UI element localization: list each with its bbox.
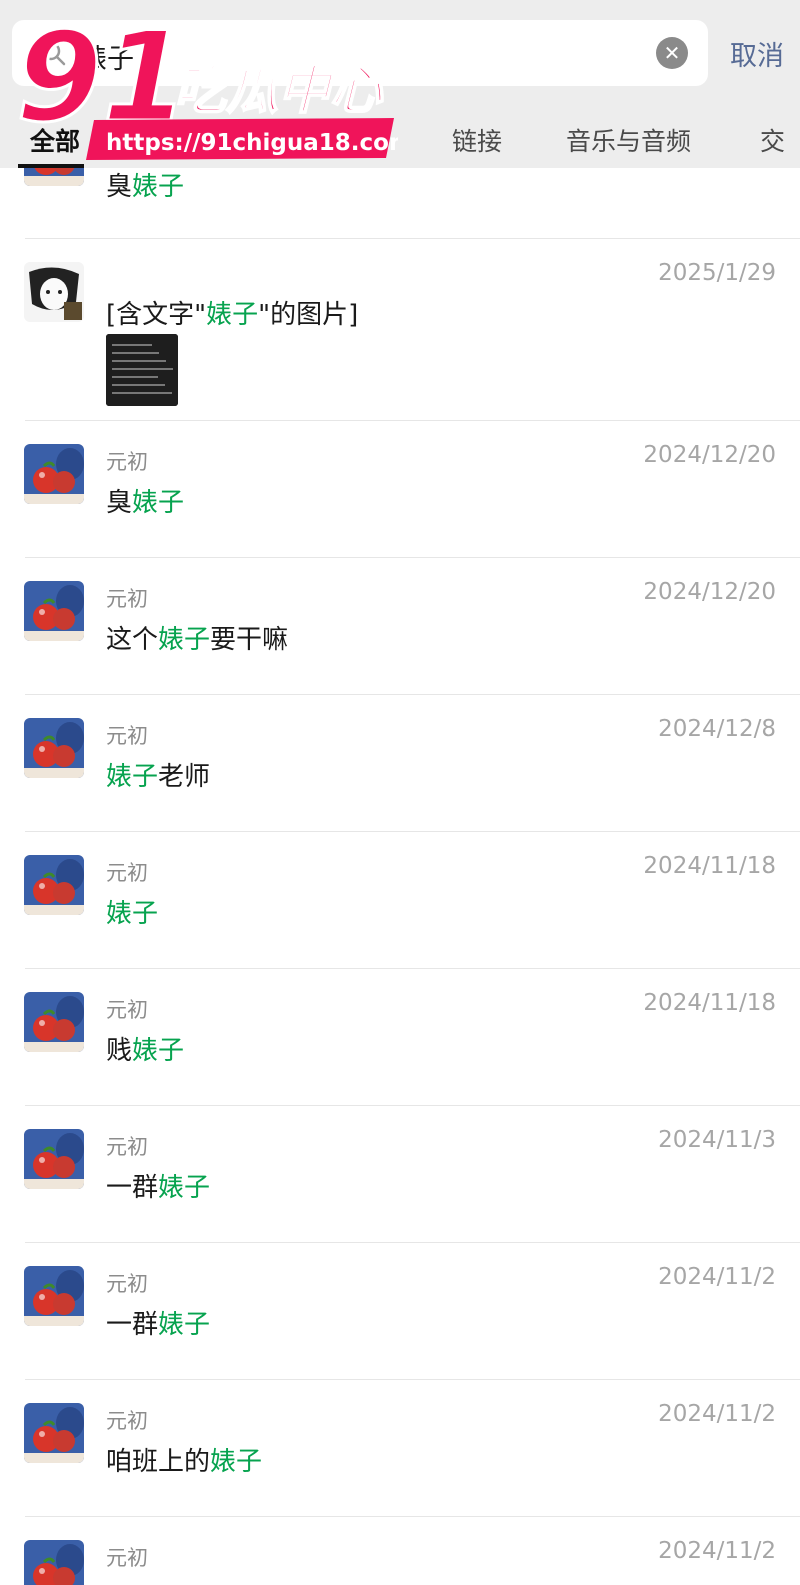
fruit-avatar — [24, 444, 84, 504]
highlight-keyword: 婊子 — [132, 172, 185, 202]
manga-avatar — [24, 262, 84, 322]
fruit-avatar — [24, 1540, 84, 1585]
watermark-url: https://91chigua18.com — [106, 130, 398, 156]
message-text: 要干嘛 — [210, 625, 289, 655]
watermark-title: 吃瓜中心 — [174, 61, 384, 121]
tab-more[interactable]: 交 — [760, 122, 785, 158]
fruit-avatar — [24, 718, 84, 778]
watermark-logo: 91 吃瓜中心 https://91chigua18.com — [14, 5, 413, 168]
highlight-keyword: 婊子 — [106, 899, 159, 929]
sender-name: 元初 — [106, 1135, 148, 1159]
clear-icon[interactable]: ✕ — [656, 37, 688, 69]
message-date: 2025/1/29 — [658, 260, 776, 286]
sender-name: 元初 — [106, 1272, 148, 1296]
fruit-avatar — [24, 855, 84, 915]
message-text: 咱班上的 — [106, 1447, 211, 1477]
message-text: 一群 — [106, 1173, 159, 1203]
message-snippet: 咱班上的婊子 — [106, 1441, 262, 1478]
message-text: "的图片] — [258, 300, 359, 330]
message-text: 臭 — [106, 488, 133, 518]
message-snippet: 臭婊子 — [106, 166, 184, 203]
sender-name: 元初 — [106, 724, 148, 748]
message-snippet: 一群婊子 — [106, 1167, 210, 1204]
highlight-keyword: 婊子 — [132, 488, 185, 518]
result-row[interactable]: 元初 2024/11/2 咱班上的婊子 — [0, 1379, 800, 1516]
result-row[interactable]: 2025/1/29 [含文字"婊子"的图片] — [0, 238, 800, 420]
tab-music-audio[interactable]: 音乐与音频 — [566, 122, 691, 158]
message-snippet: 臭婊子 — [106, 482, 184, 519]
cancel-button[interactable]: 取消 — [730, 34, 784, 73]
row-divider — [25, 420, 800, 421]
result-row[interactable]: 元初 2024/11/18 婊子 — [0, 831, 800, 968]
sender-name: 元初 — [106, 1409, 148, 1433]
message-text: 贱 — [106, 1036, 133, 1066]
message-text: [含文字" — [106, 300, 207, 330]
message-date: 2024/11/18 — [643, 853, 776, 879]
result-row[interactable]: 元初 2024/12/20 这个婊子要干嘛 — [0, 557, 800, 694]
message-date: 2024/11/2 — [658, 1264, 776, 1290]
row-divider — [25, 1105, 800, 1106]
highlight-keyword: 婊子 — [206, 300, 259, 330]
fruit-avatar — [24, 992, 84, 1052]
sender-name: 元初 — [106, 587, 148, 611]
row-divider — [25, 238, 800, 239]
row-divider — [25, 1242, 800, 1243]
message-snippet: 一群婊子 — [106, 1304, 210, 1341]
message-text: 一群 — [106, 1310, 159, 1340]
result-row[interactable]: 元初 2024/11/3 一群婊子 — [0, 1105, 800, 1242]
message-snippet: 婊子老师 — [106, 756, 210, 793]
message-date: 2024/11/2 — [658, 1538, 776, 1564]
row-divider — [25, 557, 800, 558]
message-date: 2024/11/2 — [658, 1401, 776, 1427]
message-date: 2024/12/8 — [658, 716, 776, 742]
result-row[interactable]: 元初 2024/12/20 臭婊子 — [0, 420, 800, 557]
sender-name: 元初 — [106, 998, 148, 1022]
highlight-keyword: 婊子 — [158, 1310, 211, 1340]
row-divider — [25, 694, 800, 695]
row-divider — [25, 1379, 800, 1380]
fruit-avatar — [24, 1403, 84, 1463]
highlight-keyword: 婊子 — [106, 762, 159, 792]
message-date: 2024/11/18 — [643, 990, 776, 1016]
message-date: 2024/12/20 — [643, 442, 776, 468]
highlight-keyword: 婊子 — [158, 1173, 211, 1203]
message-text: 老师 — [158, 762, 211, 792]
row-divider — [25, 831, 800, 832]
message-date: 2024/11/3 — [658, 1127, 776, 1153]
result-row[interactable]: 元初 2024/12/8 婊子老师 — [0, 694, 800, 831]
result-row[interactable]: 元初 2024/11/2 一群婊子 — [0, 1242, 800, 1379]
result-row[interactable]: 元初 2024/11/18 贱婊子 — [0, 968, 800, 1105]
fruit-avatar — [24, 581, 84, 641]
result-row[interactable]: 元初 2024/11/2 — [0, 1516, 800, 1585]
message-snippet: 这个婊子要干嘛 — [106, 619, 288, 656]
fruit-avatar — [24, 1266, 84, 1326]
highlight-keyword: 婊子 — [158, 625, 211, 655]
highlight-keyword: 婊子 — [210, 1447, 263, 1477]
message-snippet: 贱婊子 — [106, 1030, 184, 1067]
sender-name: 元初 — [106, 861, 148, 885]
message-text: 臭 — [106, 172, 133, 202]
message-snippet: 婊子 — [106, 893, 158, 930]
image-thumbnail[interactable] — [106, 334, 178, 406]
message-snippet: [含文字"婊子"的图片] — [106, 294, 358, 331]
message-date: 2024/12/20 — [643, 579, 776, 605]
message-text: 这个 — [106, 625, 159, 655]
row-divider — [25, 968, 800, 969]
highlight-keyword: 婊子 — [132, 1036, 185, 1066]
tab-links[interactable]: 链接 — [452, 122, 502, 158]
sender-name: 元初 — [106, 1546, 148, 1570]
fruit-avatar — [24, 1129, 84, 1189]
row-divider — [25, 1516, 800, 1517]
sender-name: 元初 — [106, 450, 148, 474]
